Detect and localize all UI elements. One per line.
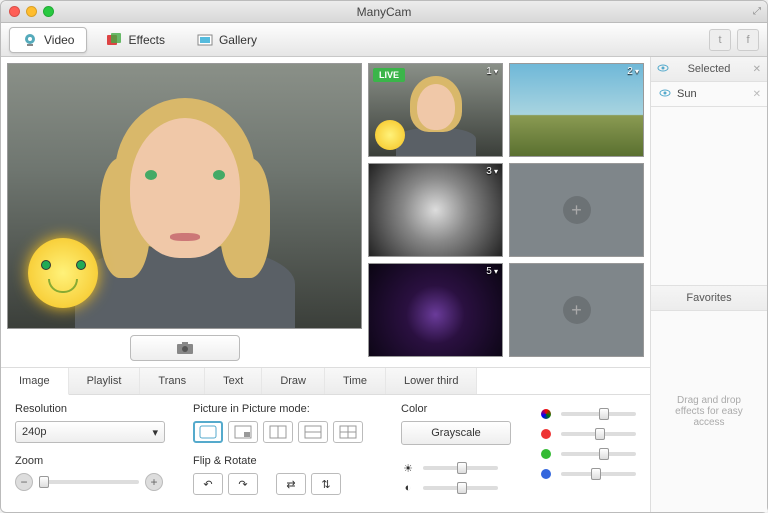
- visibility-icon[interactable]: [657, 63, 669, 75]
- sun-effect-overlay: [18, 228, 108, 318]
- tab-video-label: Video: [44, 33, 74, 47]
- titlebar: ManyCam ⤢: [1, 1, 767, 23]
- pip-mode-2[interactable]: [228, 421, 258, 443]
- pip-mode-1[interactable]: [193, 421, 223, 443]
- zoom-in-button[interactable]: +: [145, 473, 163, 491]
- window-title: ManyCam: [1, 5, 767, 19]
- visibility-icon[interactable]: [659, 88, 671, 100]
- capture-button[interactable]: [130, 335, 240, 361]
- tab-gallery[interactable]: Gallery: [184, 27, 270, 53]
- tab-effects[interactable]: Effects: [93, 27, 177, 53]
- pip-label: Picture in Picture mode:: [193, 403, 383, 415]
- flip-horizontal-button[interactable]: ⇄: [276, 473, 306, 495]
- brightness-icon: ☀: [401, 461, 415, 475]
- source-number[interactable]: 1: [486, 66, 498, 77]
- blue-slider[interactable]: [561, 472, 636, 476]
- control-tabs: Image Playlist Trans Text Draw Time Lowe…: [1, 368, 650, 395]
- ctab-time[interactable]: Time: [325, 368, 386, 394]
- effect-name: Sun: [677, 88, 697, 100]
- app-window: ManyCam ⤢ Video Effects Gallery t f: [0, 0, 768, 513]
- pip-mode-3[interactable]: [263, 421, 293, 443]
- source-grid: LIVE 1 2 3 + 5 +: [368, 63, 644, 361]
- resolution-label: Resolution: [15, 403, 175, 415]
- blue-icon: [539, 467, 553, 481]
- zoom-out-button[interactable]: −: [15, 473, 33, 491]
- zoom-slider[interactable]: [39, 480, 139, 484]
- ctab-image[interactable]: Image: [1, 368, 69, 395]
- rotate-left-button[interactable]: ↶: [193, 473, 223, 495]
- fullscreen-icon[interactable]: ⤢: [753, 6, 761, 17]
- twitter-button[interactable]: t: [709, 29, 731, 51]
- rotate-right-button[interactable]: ↷: [228, 473, 258, 495]
- clear-selected-button[interactable]: ✕: [753, 64, 761, 75]
- contrast-slider[interactable]: [423, 486, 498, 490]
- rgb-icon: [539, 407, 553, 421]
- webcam-icon: [22, 32, 38, 48]
- red-slider[interactable]: [561, 432, 636, 436]
- tab-effects-label: Effects: [128, 33, 164, 47]
- ctab-lowerthird[interactable]: Lower third: [386, 368, 477, 394]
- resolution-select[interactable]: 240p ▾: [15, 421, 165, 443]
- contrast-icon: ◐: [401, 481, 415, 495]
- webcam-feed: [85, 88, 285, 329]
- grayscale-button[interactable]: Grayscale: [401, 421, 511, 445]
- remove-effect-button[interactable]: ✕: [753, 89, 761, 100]
- add-source-icon: +: [563, 196, 591, 224]
- ctab-draw[interactable]: Draw: [262, 368, 325, 394]
- source-number[interactable]: 2: [627, 66, 639, 77]
- green-slider[interactable]: [561, 452, 636, 456]
- green-icon: [539, 447, 553, 461]
- resolution-value: 240p: [22, 426, 46, 438]
- flip-vertical-button[interactable]: ⇅: [311, 473, 341, 495]
- zoom-label: Zoom: [15, 455, 175, 467]
- add-source-icon: +: [563, 296, 591, 324]
- rgb-slider[interactable]: [561, 412, 636, 416]
- favorites-hint: Drag and drop effects for easy access: [651, 311, 767, 513]
- pip-mode-5[interactable]: [333, 421, 363, 443]
- brightness-slider[interactable]: [423, 466, 498, 470]
- source-slot-4[interactable]: +: [509, 163, 644, 257]
- source-slot-2[interactable]: 2: [509, 63, 644, 157]
- red-icon: [539, 427, 553, 441]
- tab-video[interactable]: Video: [9, 27, 87, 53]
- main-toolbar: Video Effects Gallery t f: [1, 23, 767, 57]
- main-preview[interactable]: [7, 63, 362, 329]
- source-number[interactable]: 3: [486, 166, 498, 177]
- source-number[interactable]: 5: [486, 266, 498, 277]
- tab-gallery-label: Gallery: [219, 33, 257, 47]
- favorites-header[interactable]: Favorites: [651, 285, 767, 311]
- source-slot-1[interactable]: LIVE 1: [368, 63, 503, 157]
- camera-icon: [176, 341, 194, 355]
- source-slot-3[interactable]: 3: [368, 163, 503, 257]
- ctab-trans[interactable]: Trans: [140, 368, 205, 394]
- source-slot-6[interactable]: +: [509, 263, 644, 357]
- effects-sidebar: Selected ✕ Sun ✕ Favorites Drag and drop…: [651, 57, 767, 512]
- chevron-down-icon: ▾: [152, 426, 158, 439]
- gallery-icon: [197, 32, 213, 48]
- source-slot-5[interactable]: 5: [368, 263, 503, 357]
- live-badge: LIVE: [373, 68, 405, 82]
- ctab-playlist[interactable]: Playlist: [69, 368, 141, 394]
- pip-mode-4[interactable]: [298, 421, 328, 443]
- flip-label: Flip & Rotate: [193, 455, 383, 467]
- effects-icon: [106, 32, 122, 48]
- color-label: Color: [401, 403, 521, 415]
- selected-effect-item[interactable]: Sun ✕: [651, 82, 767, 106]
- selected-header: Selected ✕: [651, 57, 767, 82]
- ctab-text[interactable]: Text: [205, 368, 262, 394]
- facebook-button[interactable]: f: [737, 29, 759, 51]
